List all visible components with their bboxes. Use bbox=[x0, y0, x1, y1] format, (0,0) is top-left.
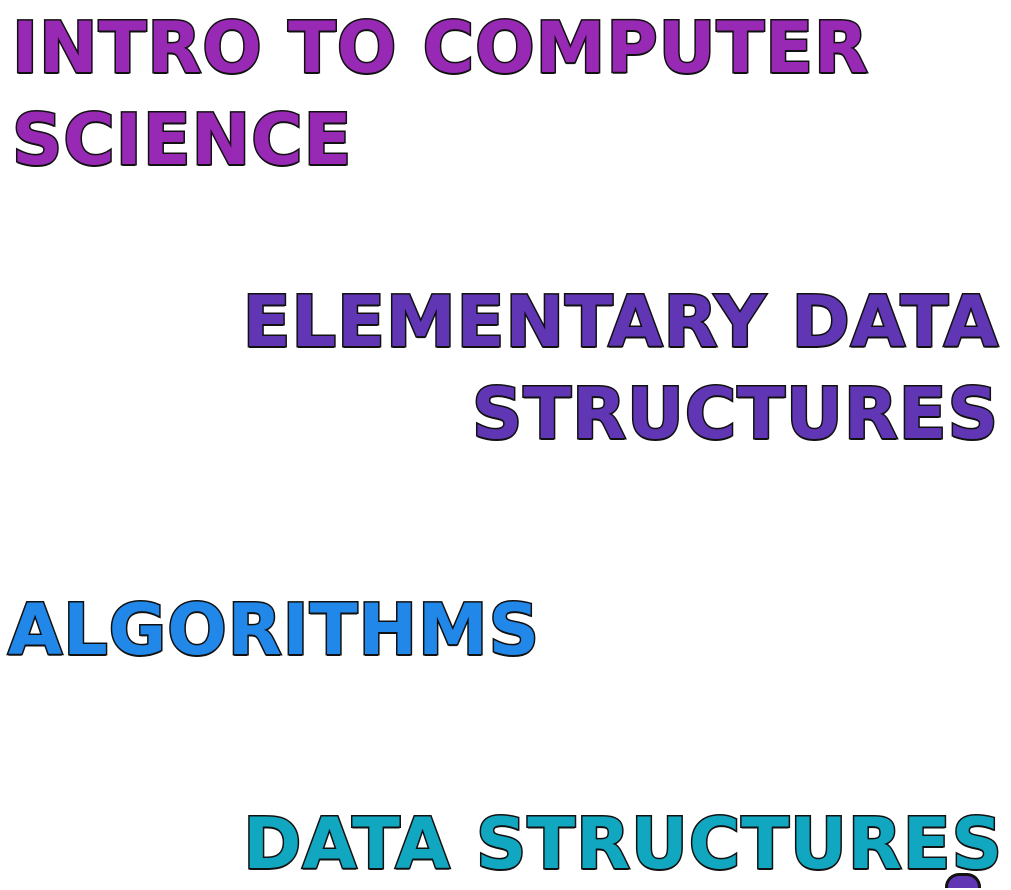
heading-algorithms: ALGORITHMS bbox=[6, 584, 541, 676]
heading-intro-to-computer-science: INTRO TO COMPUTER SCIENCE bbox=[11, 2, 870, 186]
partial-shape-decoration bbox=[945, 873, 981, 888]
heading-data-structures: DATA STRUCTURES bbox=[242, 798, 1004, 890]
heading-line: STRUCTURES bbox=[470, 372, 999, 457]
heading-line: SCIENCE bbox=[11, 98, 353, 183]
heading-line: DATA STRUCTURES bbox=[242, 802, 1004, 887]
heading-elementary-data-structures: ELEMENTARY DATA STRUCTURES bbox=[241, 276, 999, 460]
heading-line: INTRO TO COMPUTER bbox=[11, 6, 870, 91]
heading-line: ALGORITHMS bbox=[6, 588, 541, 673]
heading-line: ELEMENTARY DATA bbox=[241, 280, 999, 365]
